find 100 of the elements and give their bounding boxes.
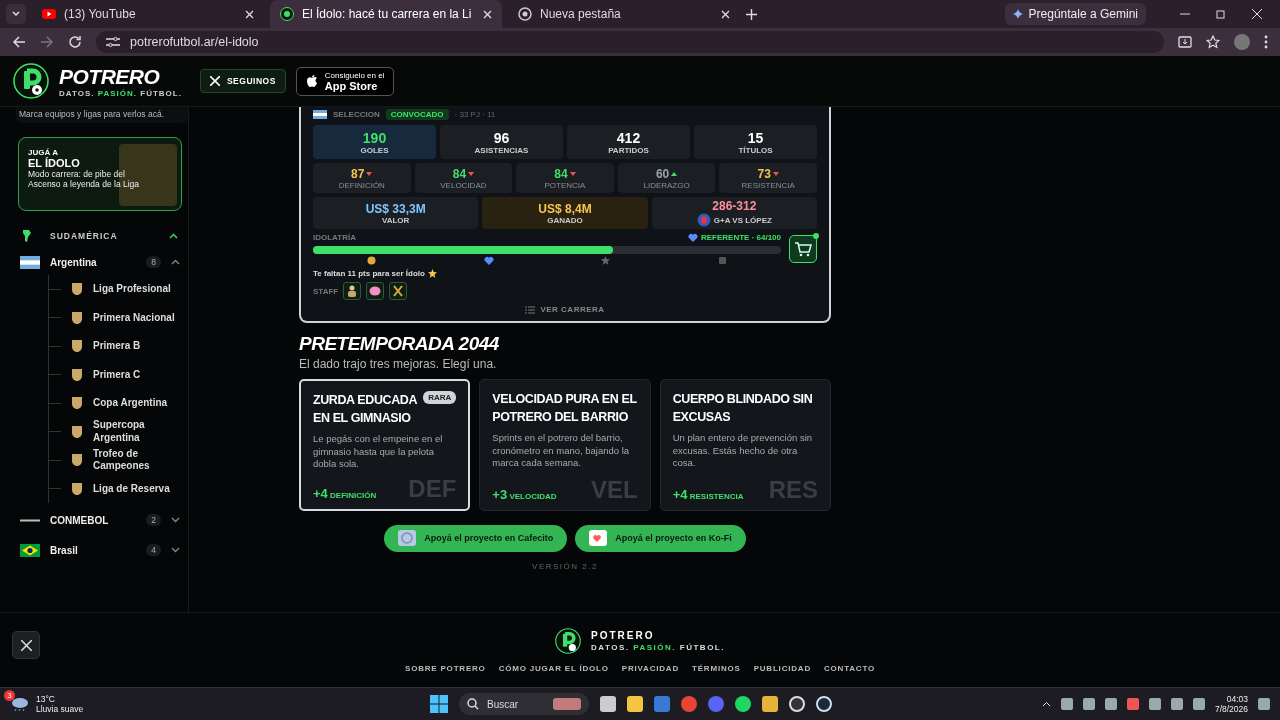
stat-tile: 96 ASISTENCIAS [440, 125, 563, 159]
selection-stats: · 33 PJ · 11 [454, 109, 496, 119]
footer-link[interactable]: CÓMO JUGAR EL ÍDOLO [498, 663, 609, 673]
search-highlight-picture [553, 698, 581, 710]
league-link[interactable]: Liga Profesional [93, 283, 183, 296]
country-item[interactable]: Argentina 8 [16, 249, 188, 275]
money-tile: US$ 33,3M VALOR [313, 197, 479, 229]
notification-badge: 3 [4, 690, 15, 701]
follow-button[interactable]: SEGUINOS [199, 69, 286, 93]
address-bar[interactable]: potrerofutbol.ar/el-idolo [96, 31, 1164, 53]
search-icon [467, 698, 479, 710]
x-share-button[interactable] [12, 631, 40, 659]
brain-button[interactable] [366, 282, 385, 300]
weather-text: Lluvia suave [36, 704, 84, 714]
brand-name: POTRERO [59, 64, 161, 89]
league-link[interactable]: Supercopa Argentina [93, 419, 183, 445]
league-link[interactable]: Primera B [93, 340, 183, 353]
version-label: VERSIÓN 2.2 [531, 561, 599, 571]
cloud-rain-icon[interactable] [10, 696, 30, 712]
region-header[interactable]: SUDAMÉRICA [16, 227, 188, 245]
selection-label: SELECCION [333, 109, 380, 119]
club-crest-icon [696, 213, 711, 227]
heart-icon [687, 233, 698, 242]
favorites-hint: Marca equipos y ligas para verlos acá. [16, 107, 188, 123]
promo-banner[interactable]: JUGÁ A EL ÍDOLO Modo carrera: de pibe del Ascenso a leyenda de la Liga [18, 137, 182, 211]
count-badge: 2 [146, 514, 161, 526]
windows-start-icon[interactable] [430, 695, 448, 713]
stat-tile: 15 TÍTULOS [694, 125, 817, 159]
footer-link[interactable]: SOBRE POTRERO [405, 663, 486, 673]
league-link[interactable]: Copa Argentina [93, 397, 183, 410]
close-icon[interactable] [483, 9, 492, 19]
footer-link[interactable]: TÉRMINOS [692, 663, 741, 673]
footer-link[interactable]: PRIVACIDAD [621, 663, 679, 673]
attribute-tile: 73 RESISTENCIA [719, 163, 817, 193]
count-badge: 4 [146, 544, 161, 556]
cart-button[interactable] [789, 235, 817, 263]
donate-button[interactable]: Apoyá el proyecto en Cafecito [384, 524, 568, 552]
physio-button[interactable] [389, 282, 408, 300]
forward-icon[interactable] [40, 35, 54, 49]
globe-icon [518, 7, 532, 21]
star-icon [427, 269, 437, 278]
coin-icon [366, 256, 376, 265]
league-link[interactable]: Liga de Reserva [93, 482, 183, 495]
chevron-icon [11, 9, 21, 19]
flag-icon [20, 543, 40, 557]
temperature: 13°C [36, 694, 56, 704]
back-icon[interactable] [12, 35, 26, 49]
cross-icon [393, 285, 404, 297]
chevron-icon[interactable] [171, 547, 180, 553]
menu-icon[interactable] [1264, 35, 1268, 49]
rarity-badge: RARA [423, 391, 457, 404]
sparkle-icon [1012, 9, 1023, 19]
star-icon [601, 256, 611, 265]
flag-icon [313, 109, 327, 119]
restore-icon[interactable] [1216, 9, 1226, 19]
footer-link[interactable]: PUBLICIDAD [753, 663, 811, 673]
tagline: DATOS. PASIÓN. FÚTBOL. [591, 642, 725, 652]
tab-list-button[interactable] [6, 4, 26, 24]
country-item[interactable]: Brasil 4 [16, 537, 188, 563]
profile-avatar[interactable] [1234, 34, 1250, 50]
staff-label: STAFF [313, 286, 339, 296]
x-logo-icon [20, 639, 32, 651]
country-item[interactable]: CONMEBOL 2 [16, 507, 188, 533]
section-subtitle: El dado trajo tres mejoras. Elegí una. [299, 357, 498, 371]
list-icon [525, 305, 536, 314]
attribute-tile: 87 DEFINICIÓN [313, 163, 411, 193]
close-icon[interactable] [721, 9, 730, 19]
idol-hint: Te faltan 11 pts para ser Ídolo [313, 269, 425, 278]
reload-icon[interactable] [68, 35, 82, 49]
browser-tab[interactable]: (13) YouTube [32, 0, 264, 28]
brain-icon [369, 286, 382, 296]
attribute-tile: 60 LIDERAZGO [617, 163, 716, 193]
install-icon[interactable] [1178, 35, 1192, 49]
gemini-button[interactable]: Pregúntale a Gemini [1004, 3, 1146, 25]
career-link[interactable]: VER CARRERA [519, 304, 611, 315]
coach-button[interactable] [343, 282, 362, 300]
league-link[interactable]: Primera C [93, 368, 183, 381]
chevron-icon[interactable] [171, 259, 180, 265]
taskbar-search[interactable]: Buscar [459, 693, 589, 715]
close-icon[interactable] [245, 9, 254, 19]
new-tab-icon[interactable] [746, 8, 757, 20]
league-link[interactable]: Primera Nacional [93, 311, 183, 324]
bookmark-star-icon[interactable] [1206, 35, 1220, 49]
app-store-button[interactable]: Consiguelo en el App Store [295, 66, 395, 96]
browser-tab[interactable]: El Ídolo: hacé tu carrera en la Li [270, 0, 502, 28]
ball-logo-icon[interactable] [13, 63, 49, 99]
idolatry-label: IDOLATRÍA [313, 233, 356, 242]
footer-link[interactable]: CONTACTO [824, 663, 875, 673]
donate-button[interactable]: Apoyá el proyecto en Ko-Fi [575, 524, 746, 552]
league-link[interactable]: Trofeo de Campeones [93, 447, 183, 473]
clock-date[interactable]: 7/8/2026 [1214, 704, 1248, 714]
close-icon[interactable] [1252, 9, 1262, 19]
stat-tile: 412 PARTIDOS [567, 125, 690, 159]
clock-time[interactable]: 04:03 [1226, 694, 1248, 704]
browser-tab[interactable]: Nueva pestaña [508, 0, 740, 28]
status-badge: CONVOCADO [385, 108, 449, 120]
chevron-icon[interactable] [171, 517, 180, 523]
chevron-icon[interactable] [169, 233, 178, 239]
flag-icon [20, 255, 40, 269]
stat-bonus: +4 DEFINICIÓN [313, 485, 377, 501]
